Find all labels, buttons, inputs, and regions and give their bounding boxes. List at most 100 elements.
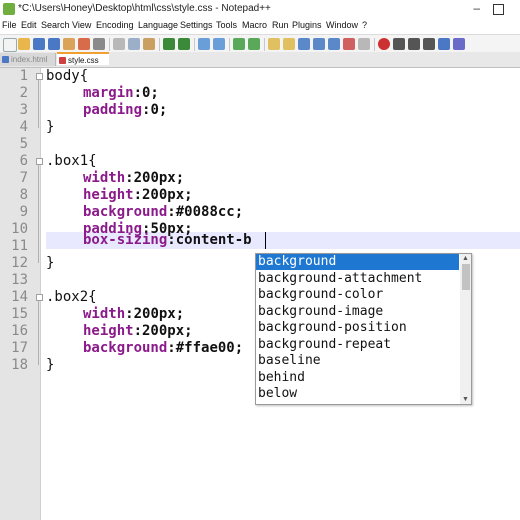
document-map-icon[interactable]: [358, 38, 370, 50]
open-file-icon[interactable]: [18, 38, 30, 50]
minimize-button[interactable]: –: [473, 1, 480, 15]
css-property: margin: [83, 85, 134, 101]
menu-window[interactable]: Window: [326, 20, 358, 30]
menu-view[interactable]: View: [72, 20, 91, 30]
play-macro-icon[interactable]: [408, 38, 420, 50]
css-value: :0;: [142, 102, 168, 118]
code-line-12: }: [46, 255, 54, 272]
line-number: 11: [11, 238, 28, 254]
menu-macro[interactable]: Macro: [242, 20, 267, 30]
autocomplete-item[interactable]: background-position: [256, 320, 459, 336]
zoom-in-icon[interactable]: [233, 38, 245, 50]
show-all-characters-icon[interactable]: [313, 38, 325, 50]
close-brace: }: [46, 255, 55, 271]
find-icon[interactable]: [198, 38, 210, 50]
saved-file-icon: [2, 56, 9, 63]
menu-help[interactable]: ?: [362, 20, 367, 30]
autocomplete-scrollbar[interactable]: ▲ ▼: [460, 254, 471, 404]
new-file-icon[interactable]: [3, 38, 17, 52]
fold-line: [38, 80, 39, 128]
menu-file[interactable]: File: [2, 20, 17, 30]
code-line-2: margin:0;: [83, 85, 159, 102]
code-line-8: height:200px;: [83, 187, 193, 204]
autocomplete-item[interactable]: background: [256, 254, 459, 270]
indent-guide-icon[interactable]: [328, 38, 340, 50]
menu-search[interactable]: Search: [41, 20, 70, 30]
run-macro-multiple-icon[interactable]: [423, 38, 435, 50]
toolbar-separator: [374, 38, 375, 51]
maximize-button[interactable]: [493, 4, 504, 15]
line-number: 7: [19, 170, 28, 186]
css-property: width: [83, 170, 126, 186]
tab-index-html[interactable]: index.html: [0, 53, 56, 66]
menu-plugins[interactable]: Plugins: [292, 20, 322, 30]
save-all-icon[interactable]: [48, 38, 60, 50]
line-number: 2: [19, 85, 28, 101]
menu-settings[interactable]: Settings: [180, 20, 213, 30]
css-property: padding: [83, 102, 143, 118]
print-icon[interactable]: [93, 38, 105, 50]
fold-marker[interactable]: [36, 158, 43, 165]
close-all-icon[interactable]: [78, 38, 90, 50]
autocomplete-popup: background background-attachment backgro…: [255, 253, 472, 405]
scroll-down-icon[interactable]: ▼: [461, 395, 470, 404]
user-language-icon[interactable]: [343, 38, 355, 50]
toolbar-separator: [264, 38, 265, 51]
menu-run[interactable]: Run: [272, 20, 289, 30]
css-property: width: [83, 306, 126, 322]
menu-tools[interactable]: Tools: [216, 20, 237, 30]
autocomplete-item[interactable]: background-attachment: [256, 271, 459, 287]
close-icon[interactable]: [63, 38, 75, 50]
autocomplete-item[interactable]: baseline: [256, 353, 459, 369]
toolbar: [0, 34, 520, 54]
code-line-4: }: [46, 119, 54, 136]
scroll-up-icon[interactable]: ▲: [461, 254, 470, 263]
replace-icon[interactable]: [213, 38, 225, 50]
menu-edit[interactable]: Edit: [21, 20, 37, 30]
autocomplete-item[interactable]: below: [256, 386, 459, 402]
autocomplete-item[interactable]: behind: [256, 370, 459, 386]
menu-encoding[interactable]: Encoding: [96, 20, 134, 30]
css-property: box-sizing: [83, 232, 168, 248]
stop-macro-icon[interactable]: [393, 38, 405, 50]
line-number: 15: [11, 306, 28, 322]
sync-horizontal-icon[interactable]: [283, 38, 295, 50]
save-macro-icon[interactable]: [438, 38, 450, 50]
line-number: 13: [11, 272, 28, 288]
menu-bar: File Edit Search View Encoding Language …: [0, 19, 520, 34]
fold-line: [38, 301, 39, 365]
fold-marker[interactable]: [36, 294, 43, 301]
cut-icon[interactable]: [113, 38, 125, 50]
window-title: *C:\Users\Honey\Desktop\html\css\style.c…: [18, 3, 271, 14]
autocomplete-item[interactable]: background-image: [256, 304, 459, 320]
function-list-icon[interactable]: [453, 38, 465, 50]
close-brace: }: [46, 357, 55, 373]
notepadpp-icon: [3, 3, 15, 15]
redo-icon[interactable]: [178, 38, 190, 50]
code-line-16: height:200px;: [83, 323, 193, 340]
scrollbar-thumb[interactable]: [462, 264, 470, 290]
autocomplete-item[interactable]: background-repeat: [256, 337, 459, 353]
css-value: :content-b: [167, 232, 252, 248]
code-line-11: box-sizing:content-b: [83, 232, 252, 249]
css-value: :200px;: [125, 170, 185, 186]
css-property: height: [83, 187, 134, 203]
zoom-out-icon[interactable]: [248, 38, 260, 50]
copy-icon[interactable]: [128, 38, 140, 50]
save-icon[interactable]: [33, 38, 45, 50]
code-editor[interactable]: 1 2 3 4 5 6 7 8 9 10 11 12 13 14 15 16 1…: [0, 68, 520, 520]
tab-style-css[interactable]: style.css: [57, 52, 109, 65]
line-number: 18: [11, 357, 28, 373]
line-number: 14: [11, 289, 28, 305]
word-wrap-icon[interactable]: [298, 38, 310, 50]
line-number: 12: [11, 255, 28, 271]
record-macro-icon[interactable]: [378, 38, 390, 50]
tab-bar: index.html style.css: [0, 52, 520, 68]
undo-icon[interactable]: [163, 38, 175, 50]
css-selector: body: [46, 68, 80, 84]
autocomplete-item[interactable]: background-color: [256, 287, 459, 303]
menu-language[interactable]: Language: [138, 20, 178, 30]
sync-vertical-icon[interactable]: [268, 38, 280, 50]
paste-icon[interactable]: [143, 38, 155, 50]
fold-marker[interactable]: [36, 73, 43, 80]
